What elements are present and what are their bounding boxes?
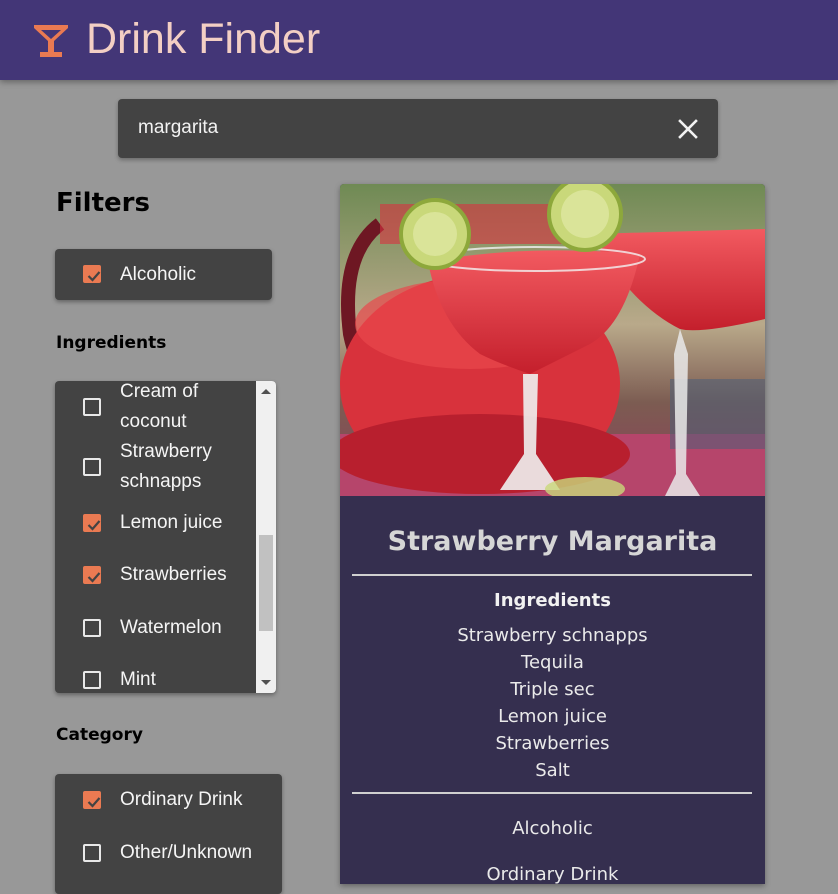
alcoholic-checkbox-row[interactable]: Alcoholic	[55, 249, 272, 300]
ingredient-text: Triple sec	[510, 679, 595, 700]
checkbox-unchecked-icon[interactable]	[83, 671, 101, 689]
checkbox-unchecked-icon[interactable]	[83, 398, 101, 416]
ingredient-label: Watermelon	[120, 617, 222, 638]
ingredients-label: Ingredients	[56, 333, 167, 353]
search-bar	[118, 99, 718, 158]
ingredient-label: Strawberry schnapps	[120, 441, 212, 492]
ingredient-text: Strawberries	[495, 733, 610, 754]
ingredient-text: Tequila	[521, 652, 584, 673]
drink-category: Ordinary Drink	[486, 864, 619, 884]
close-icon[interactable]	[676, 117, 700, 141]
app-title: Drink Finder	[86, 15, 321, 63]
filters-heading: Filters	[56, 188, 150, 218]
ingredients-scrollbar[interactable]	[256, 381, 276, 693]
checkbox-unchecked-icon[interactable]	[83, 619, 101, 637]
ingredients-heading: Ingredients	[494, 590, 611, 611]
divider	[352, 574, 752, 576]
checkbox-unchecked-icon[interactable]	[83, 458, 101, 476]
ingredient-label: Mint	[120, 669, 156, 690]
ingredient-label: Cream of coconut	[120, 381, 199, 432]
scrollbar-thumb[interactable]	[259, 535, 273, 631]
ingredient-label: Strawberries	[120, 564, 227, 585]
alcoholic-status: Alcoholic	[512, 818, 593, 839]
ingredients-list[interactable]: Cream of coconut Strawberry schnapps Lem…	[55, 381, 276, 693]
category-filter: Ordinary Drink Other/Unknown	[55, 774, 282, 894]
checkbox-checked-icon[interactable]	[83, 265, 101, 283]
scroll-up-arrow-icon[interactable]	[261, 389, 271, 394]
checkbox-checked-icon[interactable]	[83, 566, 101, 584]
checkbox-checked-icon[interactable]	[83, 514, 101, 532]
drink-card[interactable]: Strawberry Margarita Ingredients Strawbe…	[340, 184, 765, 884]
alcoholic-label: Alcoholic	[120, 264, 197, 285]
checkbox-unchecked-icon[interactable]	[83, 844, 101, 862]
ingredient-label: Lemon juice	[120, 512, 223, 533]
drink-photo	[340, 184, 765, 496]
checkbox-checked-icon[interactable]	[83, 791, 101, 809]
app-bar: Drink Finder	[0, 0, 838, 80]
divider	[352, 792, 752, 794]
ingredient-text: Lemon juice	[498, 706, 607, 727]
drink-name: Strawberry Margarita	[387, 526, 718, 557]
alcoholic-filter: Alcoholic	[55, 249, 272, 300]
search-input[interactable]	[138, 113, 658, 143]
ingredients-list-result: Strawberry schnapps Tequila Triple sec L…	[340, 622, 765, 784]
category-label: Category	[56, 725, 143, 745]
cocktail-glass-icon	[34, 25, 68, 57]
ingredient-text: Strawberry schnapps	[457, 625, 648, 646]
category-item-label: Other/Unknown	[120, 842, 253, 863]
ingredient-text: Salt	[535, 760, 570, 781]
scroll-down-arrow-icon[interactable]	[261, 680, 271, 685]
category-item-label: Ordinary Drink	[120, 789, 243, 810]
